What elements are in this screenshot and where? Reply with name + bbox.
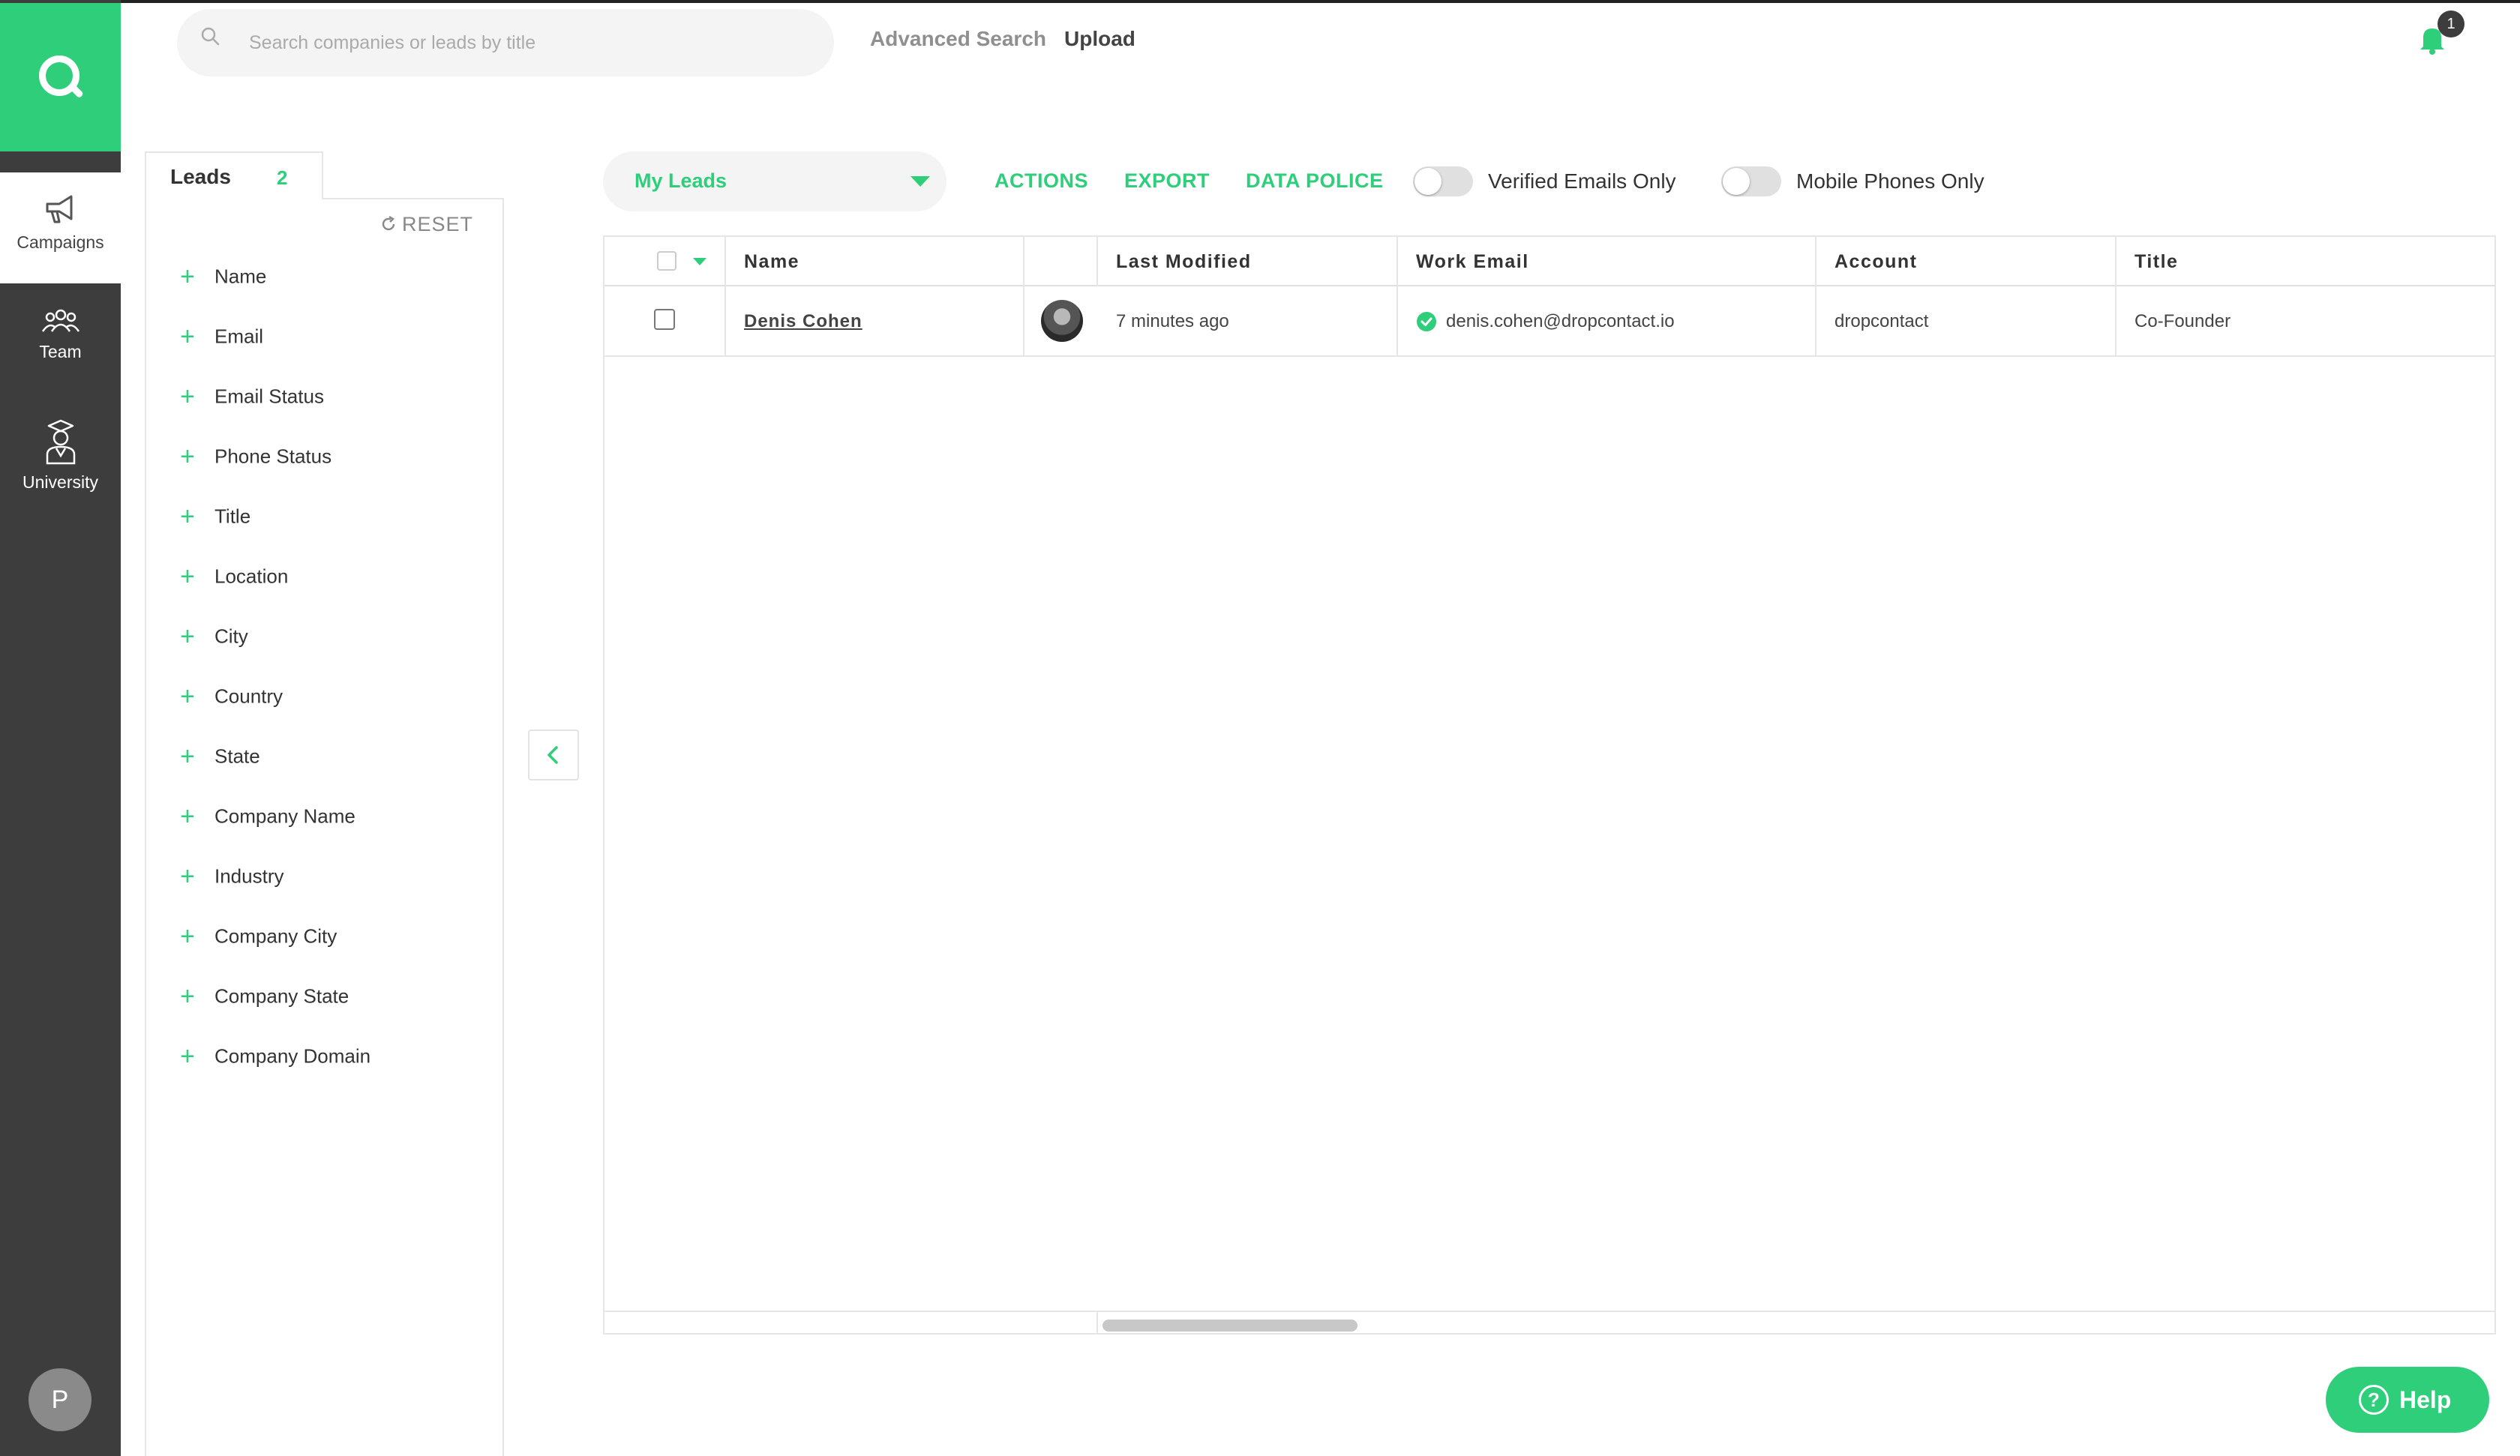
actions-button[interactable]: ACTIONS (994, 169, 1088, 193)
plus-icon: + (180, 562, 195, 592)
row-checkbox[interactable] (654, 309, 675, 330)
verified-check-icon (1417, 312, 1436, 331)
tab-count-badge: 2 (277, 166, 288, 189)
tab-label: Leads (170, 165, 231, 188)
filter-company-state[interactable]: + Company State (180, 984, 349, 1017)
refresh-icon (382, 215, 395, 231)
plus-icon: + (180, 922, 195, 951)
horizontal-scrollbar[interactable] (604, 1311, 2494, 1333)
megaphone-icon (46, 195, 72, 223)
notification-badge: 1 (2438, 10, 2464, 37)
upload-link[interactable]: Upload (1064, 27, 1136, 51)
advanced-search-link[interactable]: Advanced Search (870, 27, 1046, 51)
search-icon (201, 27, 220, 46)
plus-icon: + (180, 862, 195, 891)
filter-company-city[interactable]: + Company City (180, 924, 337, 957)
filter-city[interactable]: + City (180, 624, 248, 657)
select-all-checkbox[interactable] (657, 251, 676, 271)
plus-icon: + (180, 502, 195, 532)
cell-account: dropcontact (1834, 311, 1929, 331)
column-header-last-modified[interactable]: Last Modified (1098, 237, 1252, 286)
sidebar-item-team[interactable]: Team (0, 307, 121, 390)
chevron-down-icon[interactable] (693, 258, 706, 265)
filter-email[interactable]: + Email (180, 324, 263, 357)
sidebar-item-label: University (22, 472, 98, 492)
plus-icon: + (180, 802, 195, 831)
plus-icon: + (180, 622, 195, 652)
plus-icon: + (180, 682, 195, 712)
export-button[interactable]: EXPORT (1124, 169, 1210, 193)
question-circle-icon: ? (2359, 1385, 2389, 1415)
user-avatar[interactable]: P (28, 1368, 92, 1431)
filter-name[interactable]: + Name (180, 264, 266, 297)
mobile-phones-toggle[interactable] (1721, 166, 1781, 196)
sidebar-item-label: Campaigns (16, 232, 104, 252)
filter-title[interactable]: + Title (180, 504, 250, 537)
team-icon (41, 309, 80, 332)
cell-last-modified: 7 minutes ago (1116, 311, 1229, 331)
collapse-panel-button[interactable] (528, 729, 579, 780)
plus-icon: + (180, 322, 195, 352)
chevron-left-icon (548, 746, 558, 764)
plus-icon: + (180, 442, 195, 472)
filter-company-name[interactable]: + Company Name (180, 804, 356, 837)
lead-name-link[interactable]: Denis Cohen (744, 311, 862, 331)
verified-emails-toggle[interactable] (1413, 166, 1473, 196)
column-header-work-email[interactable]: Work Email (1398, 237, 1529, 286)
reset-button[interactable]: RESET (380, 213, 473, 236)
filter-country[interactable]: + Country (180, 684, 283, 717)
filter-company-domain[interactable]: + Company Domain (180, 1044, 370, 1077)
sidebar-item-label: Team (39, 342, 82, 361)
cell-work-email: denis.cohen@dropcontact.io (1398, 286, 1675, 357)
graduate-icon (46, 419, 75, 465)
table-header: Name Last Modified Work Email Account Ti… (604, 237, 2494, 286)
verified-emails-label: Verified Emails Only (1488, 169, 1676, 193)
plus-icon: + (180, 382, 195, 412)
filter-industry[interactable]: + Industry (180, 864, 284, 897)
mobile-phones-label: Mobile Phones Only (1796, 169, 1984, 193)
filter-location[interactable]: + Location (180, 564, 288, 597)
plus-icon: + (180, 982, 195, 1011)
tab-leads[interactable]: Leads 2 (145, 151, 323, 199)
plus-icon: + (180, 1042, 195, 1071)
plus-icon: + (180, 742, 195, 771)
table-row[interactable]: Denis Cohen 7 minutes ago denis.cohen@dr… (604, 286, 2494, 357)
data-police-button[interactable]: DATA POLICE (1246, 169, 1384, 193)
column-header-account[interactable]: Account (1816, 237, 1918, 286)
sidebar-item-campaigns[interactable]: Campaigns (0, 172, 121, 283)
app-logo[interactable] (0, 3, 121, 151)
filter-phone-status[interactable]: + Phone Status (180, 444, 332, 477)
leads-table: Name Last Modified Work Email Account Ti… (603, 235, 2496, 1335)
filter-state[interactable]: + State (180, 744, 260, 777)
plus-icon: + (180, 262, 195, 292)
chevron-down-icon (910, 176, 930, 187)
list-select[interactable]: My Leads (603, 151, 946, 211)
filter-email-status[interactable]: + Email Status (180, 384, 324, 417)
top-border (0, 0, 2520, 3)
cell-title: Co-Founder (2134, 311, 2231, 331)
lead-avatar (1041, 300, 1083, 342)
column-header-name[interactable]: Name (726, 237, 800, 286)
help-button[interactable]: ? Help (2326, 1367, 2489, 1433)
sidebar-item-university[interactable]: University (0, 418, 121, 508)
search-input[interactable] (177, 9, 834, 76)
column-header-title[interactable]: Title (2116, 237, 2178, 286)
scrollbar-thumb[interactable] (1102, 1320, 1358, 1332)
